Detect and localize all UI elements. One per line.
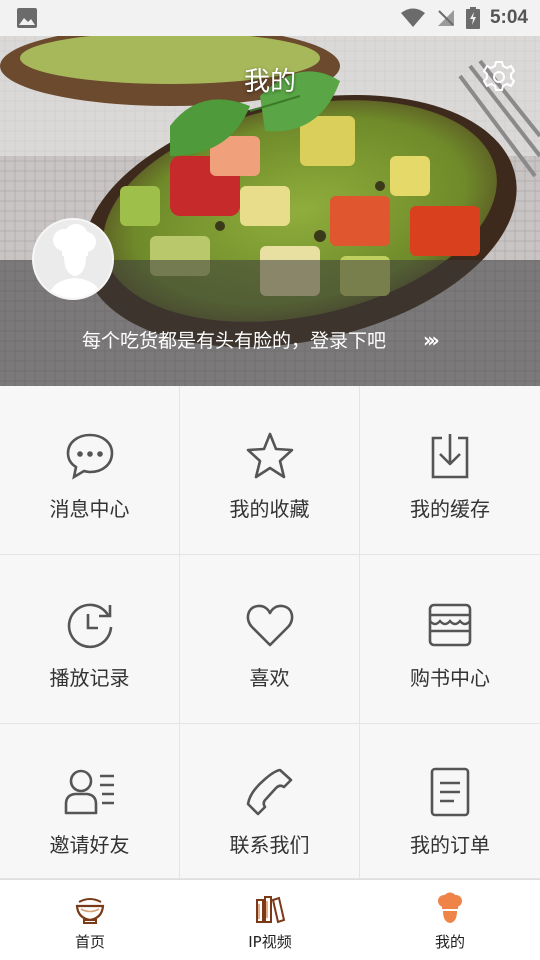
status-bar: 5:04 [0,0,540,36]
phone-icon [246,768,292,816]
page-title: 我的 [243,67,296,97]
double-chevron-right-icon[interactable]: ››› [423,328,440,352]
bottom-nav: 首页 IP视频 我的 [0,879,540,960]
image-notification-icon [17,8,37,28]
grid-item-label: 邀请好友 [49,833,130,857]
books-icon [256,896,286,924]
order-document-icon [430,767,470,817]
grid-item-messages[interactable]: 消息中心 [0,386,180,555]
store-icon [428,603,472,647]
nav-item-home[interactable]: 首页 [0,880,180,960]
login-prompt-text[interactable]: 每个吃货都是有头有脸的，登录下吧 [82,326,386,353]
grid-item-label: 我的订单 [410,833,490,857]
nav-item-label: IP视频 [248,933,292,951]
star-icon [246,432,293,479]
download-icon [431,434,469,479]
feature-grid: 消息中心 我的收藏 我的缓存 播放记录 喜欢 购书中心 邀请好友 联系我们 我的… [0,386,540,879]
grid-item-label: 我的收藏 [229,497,310,521]
no-signal-icon [437,10,454,26]
grid-item-label: 喜欢 [249,666,290,690]
grid-item-cache[interactable]: 我的缓存 [360,386,540,555]
nav-item-me[interactable]: 我的 [360,880,540,960]
grid-item-invite[interactable]: 邀请好友 [0,724,180,879]
grid-item-label: 联系我们 [229,833,310,857]
nav-item-ip-video[interactable]: IP视频 [180,880,360,960]
grid-item-label: 购书中心 [410,666,490,690]
grid-item-history[interactable]: 播放记录 [0,555,180,724]
grid-item-likes[interactable]: 喜欢 [180,555,360,724]
chef-avatar[interactable] [32,218,114,300]
nav-item-label: 我的 [434,933,465,951]
grid-item-favorites[interactable]: 我的收藏 [180,386,360,555]
grid-item-label: 播放记录 [49,666,130,690]
history-clock-icon [67,603,112,649]
grid-item-orders[interactable]: 我的订单 [360,724,540,879]
profile-header: 我的 每个吃货都是有头有脸的，登录下吧 ››› [0,36,540,386]
heart-icon [246,604,293,647]
invite-contact-icon [64,769,114,815]
grid-item-label: 我的缓存 [410,497,490,521]
chef-icon [438,892,462,923]
grid-item-bookstore[interactable]: 购书中心 [360,555,540,724]
grid-item-contact[interactable]: 联系我们 [180,724,360,879]
nav-item-label: 首页 [74,933,105,951]
battery-charging-icon [465,7,480,29]
grid-item-label: 消息中心 [49,497,130,521]
status-time: 5:04 [489,7,528,28]
settings-gear-icon[interactable] [482,60,516,94]
bowl-icon [75,898,105,924]
wifi-icon [400,8,425,27]
chat-bubble-icon [66,433,113,480]
